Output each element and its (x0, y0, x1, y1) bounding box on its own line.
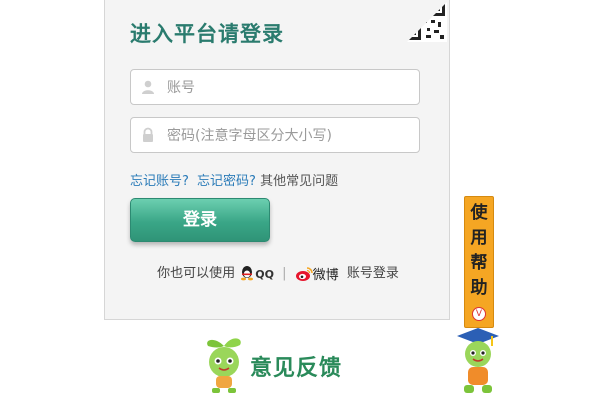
alt-login-prefix: 你也可以使用 (157, 266, 236, 281)
qr-corner-fold (403, 0, 449, 46)
user-icon (142, 80, 154, 94)
weibo-label: 微博 (312, 268, 339, 283)
help-tab[interactable]: 使用帮助 V (464, 196, 494, 328)
forgot-password-link[interactable]: 忘记密码? (197, 174, 256, 189)
account-input[interactable] (165, 76, 409, 100)
qq-penguin-icon (241, 266, 254, 281)
feedback-button[interactable]: 意见反馈 (196, 330, 366, 396)
weibo-login[interactable]: 微博 (295, 264, 339, 283)
account-field[interactable] (130, 69, 420, 105)
alt-login-suffix: 账号登录 (346, 266, 399, 281)
separator: | (282, 266, 287, 281)
qr-login-corner[interactable] (403, 0, 449, 46)
mascot-graduate-icon (457, 328, 499, 393)
password-field[interactable] (130, 117, 420, 153)
qq-label: QQ (255, 268, 274, 281)
feedback-label: 意见反馈 (250, 356, 343, 381)
mascot-sprout-icon (207, 338, 241, 393)
password-input[interactable] (165, 124, 409, 148)
login-card: 进入平台请登录 忘记账号? 忘记密码? 其他常见问题 (104, 0, 450, 320)
help-label: 使用帮助 (470, 203, 488, 298)
weibo-icon (295, 267, 313, 281)
login-button[interactable]: 登录 (130, 198, 270, 242)
lock-icon (143, 127, 153, 142)
other-issues-link[interactable]: 其他常见问题 (260, 174, 338, 189)
third-party-login: 你也可以使用 QQ | 微博 账号登录 (105, 262, 451, 283)
expand-toggle-icon[interactable]: V (472, 307, 486, 321)
forgot-account-link[interactable]: 忘记账号? (130, 174, 189, 189)
page-title: 进入平台请登录 (130, 22, 284, 46)
qq-login[interactable]: QQ (239, 265, 274, 282)
help-links: 忘记账号? 忘记密码? 其他常见问题 (130, 170, 338, 189)
